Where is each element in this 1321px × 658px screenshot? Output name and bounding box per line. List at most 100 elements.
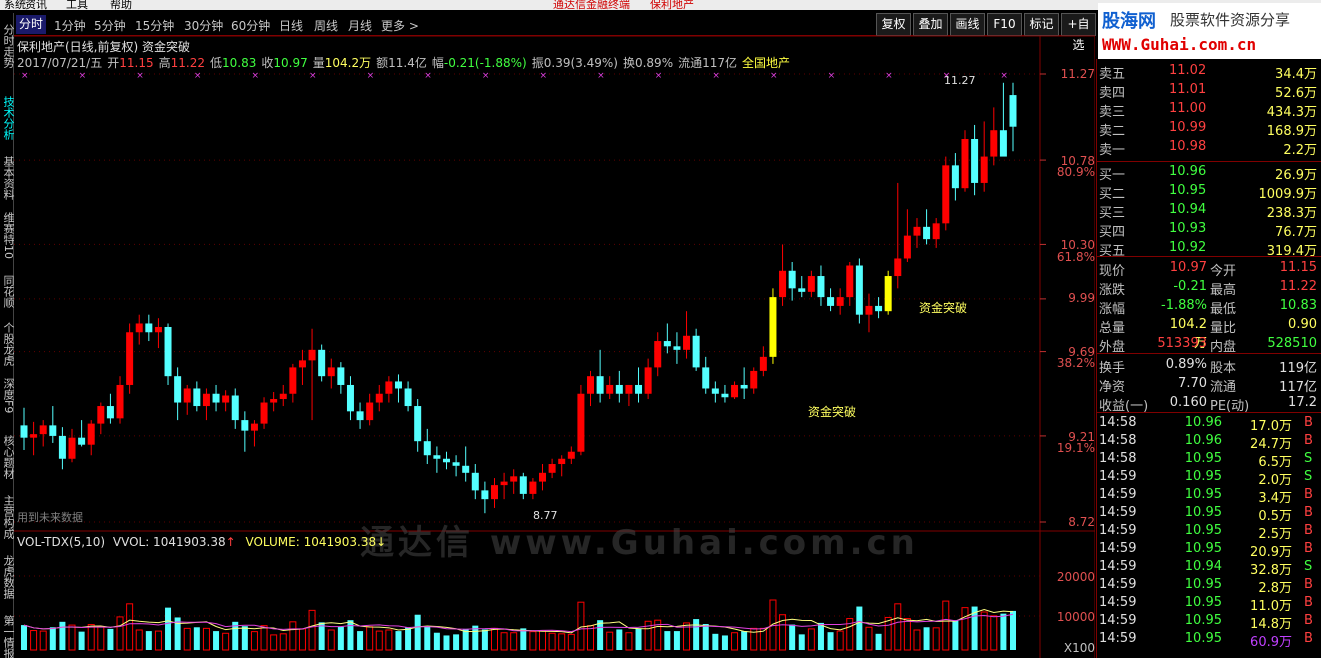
candle-body xyxy=(126,332,134,385)
quote-panel: 卖五 11.02 34.4万 卖四 11.01 52.6万 卖三 11.00 434.3万 卖二 1… xyxy=(1096,59,1321,658)
buy-row[interactable]: 买三 10.94 238.3万 xyxy=(1097,201,1321,221)
sell-volume: 2.2万 xyxy=(1283,143,1317,158)
quote-value: 528510 xyxy=(1267,336,1317,351)
candle-body xyxy=(519,476,527,494)
candle-body xyxy=(769,297,777,357)
tick-side: B xyxy=(1304,523,1313,538)
tick-row: 14:59 10.95 20.9万 B xyxy=(1097,540,1321,560)
volume-bar xyxy=(126,603,134,651)
buy-row[interactable]: 买二 10.95 1009.9万 xyxy=(1097,182,1321,202)
candle-body xyxy=(308,349,316,361)
x-marker: × xyxy=(136,71,144,81)
sell-row[interactable]: 卖五 11.02 34.4万 xyxy=(1097,62,1321,82)
candle-body xyxy=(750,370,758,389)
signal-label-1: 资金突破 xyxy=(808,405,857,419)
tick-time: 14:59 xyxy=(1099,505,1137,520)
volume-bar xyxy=(279,633,287,651)
candle-body xyxy=(923,226,931,240)
divider xyxy=(1097,161,1321,162)
candle-body xyxy=(798,288,806,292)
x-marker: × xyxy=(309,71,317,81)
low-annotation: 8.77 xyxy=(533,509,558,522)
candle-body xyxy=(740,384,748,389)
x-marker: × xyxy=(251,71,259,81)
volume-bar xyxy=(529,631,537,651)
volume-bar xyxy=(856,606,863,650)
divider xyxy=(1097,256,1321,257)
candle-body xyxy=(135,323,143,333)
sell-volume: 52.6万 xyxy=(1275,86,1317,101)
tick-price: 10.95 xyxy=(1184,613,1222,628)
brand-url: WWW.Guhai.com.cn xyxy=(1102,35,1257,54)
volume-bar xyxy=(375,630,383,651)
candle-body xyxy=(999,130,1007,157)
candle-body xyxy=(587,376,595,394)
volume-bar xyxy=(260,625,268,651)
volume-bar xyxy=(693,619,700,650)
tick-price: 10.95 xyxy=(1184,505,1222,520)
candle-body xyxy=(97,406,105,424)
candle-body xyxy=(289,367,297,394)
candle-body xyxy=(68,437,76,459)
quote-row: 涨幅 -1.88% 最低 10.83 xyxy=(1097,297,1321,317)
quote-label: 今开 xyxy=(1210,264,1237,279)
candle-body xyxy=(270,399,278,403)
tick-price: 10.95 xyxy=(1184,451,1222,466)
volume-bar xyxy=(289,621,297,651)
quote-value: -1.88% xyxy=(1161,298,1207,313)
sell-label: 卖五 xyxy=(1099,67,1126,82)
tick-side: B xyxy=(1304,577,1313,592)
sell-price: 10.98 xyxy=(1169,139,1207,154)
buy-row[interactable]: 买四 10.93 76.7万 xyxy=(1097,220,1321,240)
x-marker: × xyxy=(194,71,202,81)
quote-label: 量比 xyxy=(1210,321,1237,336)
volume-bar xyxy=(78,631,85,650)
vol-tick-10000: 10000 xyxy=(1056,610,1095,624)
candle-body xyxy=(731,384,739,398)
watermark: 通达信 www.Guhai.com.cn xyxy=(360,523,919,563)
quote-row: 总量 104.2万 量比 0.90 xyxy=(1097,316,1321,351)
sell-row[interactable]: 卖四 11.01 52.6万 xyxy=(1097,81,1321,101)
candle-body xyxy=(932,223,940,240)
candle-body xyxy=(183,388,191,403)
tick-price: 10.95 xyxy=(1184,469,1222,484)
candle-body xyxy=(337,367,345,385)
volume-bar xyxy=(875,633,882,650)
volume-bar xyxy=(539,630,547,651)
tick-time: 14:58 xyxy=(1099,415,1137,430)
candle-body xyxy=(385,381,393,394)
sell-row[interactable]: 卖一 10.98 2.2万 xyxy=(1097,138,1321,158)
candle-body xyxy=(548,464,556,473)
volume-bar xyxy=(884,616,892,651)
candle-body xyxy=(260,402,268,424)
tick-side: B xyxy=(1304,487,1313,502)
volume-bar xyxy=(165,607,172,650)
tick-price: 10.94 xyxy=(1184,559,1222,574)
stat-value: 0.160 xyxy=(1169,395,1207,410)
volume-ma10-line xyxy=(23,613,1014,633)
quote-value: 513393 xyxy=(1157,336,1207,351)
x-marker: × xyxy=(885,71,893,81)
candle-body xyxy=(327,367,335,377)
sell-price: 11.01 xyxy=(1169,82,1207,97)
volume-bar xyxy=(21,625,27,650)
volume-bar xyxy=(625,632,633,651)
vol-indicator-name[interactable]: VOL-TDX(5,10) xyxy=(17,535,105,549)
volume-bar xyxy=(49,627,56,650)
candle-body xyxy=(673,346,681,350)
buy-row[interactable]: 买一 10.96 26.9万 xyxy=(1097,163,1321,183)
volume-bar xyxy=(241,626,248,650)
volume-bar xyxy=(616,629,623,650)
tick-row: 14:59 10.94 32.8万 S xyxy=(1097,558,1321,578)
buy-label: 买四 xyxy=(1099,225,1126,240)
volume-bar xyxy=(213,631,220,650)
buy-volume: 26.9万 xyxy=(1275,168,1317,183)
tick-side: B xyxy=(1304,631,1313,646)
sell-row[interactable]: 卖三 11.00 434.3万 xyxy=(1097,100,1321,120)
candle-body xyxy=(145,323,153,333)
candle-body xyxy=(683,335,691,350)
volume-bar xyxy=(807,628,815,651)
sell-row[interactable]: 卖二 10.99 168.9万 xyxy=(1097,119,1321,139)
high-annotation: 11.27 xyxy=(944,74,976,87)
candle-body xyxy=(452,462,460,466)
